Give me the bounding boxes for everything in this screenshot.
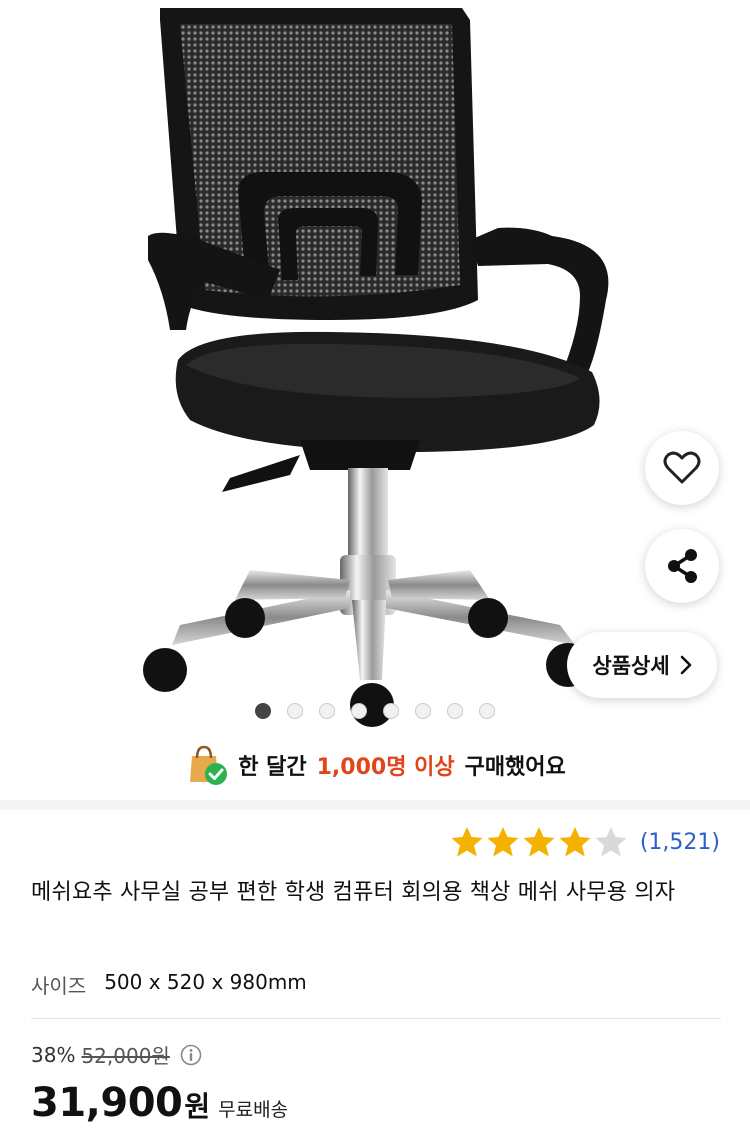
product-image	[143, 8, 609, 727]
purchase-prefix: 한 달간	[238, 755, 307, 780]
product-spec: 사이즈 500 x 520 x 980mm	[31, 970, 307, 999]
product-image-gallery[interactable]: 상품상세	[0, 0, 750, 730]
product-detail-label: 상품상세	[592, 654, 670, 678]
star-icon	[487, 827, 519, 857]
price-unit: 원	[184, 1090, 211, 1123]
price-row: 31,900 원 무료배송	[31, 1080, 288, 1126]
divider	[31, 1018, 721, 1019]
carousel-indicator	[0, 703, 750, 719]
product-title: 메쉬요추 사무실 공부 편한 학생 컴퓨터 회의용 책상 메쉬 사무용 의자	[31, 880, 676, 905]
shipping-info: 무료배송	[218, 1099, 289, 1121]
spec-label: 사이즈	[31, 974, 87, 998]
wishlist-button[interactable]	[645, 431, 719, 505]
heart-icon	[663, 451, 701, 484]
carousel-dot[interactable]	[447, 703, 463, 719]
spec-value: 500 x 520 x 980mm	[104, 970, 307, 994]
carousel-dot[interactable]	[479, 703, 495, 719]
original-price: 52,000원	[81, 1044, 170, 1068]
sale-price: 31,900	[31, 1080, 183, 1126]
star-icon	[523, 827, 555, 857]
purchase-count-banner: 한 달간 1,000명 이상 구매했어요	[0, 740, 750, 790]
purchase-highlight: 1,000명 이상	[316, 755, 455, 780]
carousel-dot[interactable]	[351, 703, 367, 719]
share-button[interactable]	[645, 529, 719, 603]
carousel-dot[interactable]	[287, 703, 303, 719]
discount-row: 38% 52,000원	[31, 1040, 202, 1069]
carousel-dot[interactable]	[415, 703, 431, 719]
star-icon	[595, 827, 627, 857]
shopping-bag-check-icon	[190, 745, 228, 785]
review-count[interactable]: (1,521)	[640, 830, 720, 855]
product-detail-button[interactable]: 상품상세	[567, 632, 717, 698]
star-rating	[450, 826, 628, 858]
section-divider	[0, 800, 750, 810]
carousel-dot[interactable]	[319, 703, 335, 719]
discount-rate: 38%	[31, 1042, 76, 1067]
info-icon[interactable]	[180, 1044, 202, 1066]
chevron-right-icon	[680, 655, 691, 675]
rating-summary[interactable]: (1,521)	[450, 826, 720, 858]
carousel-dot[interactable]	[255, 703, 271, 719]
carousel-dot[interactable]	[383, 703, 399, 719]
share-icon	[668, 549, 697, 583]
star-icon	[451, 827, 483, 857]
star-icon	[559, 827, 591, 857]
purchase-suffix: 구매했어요	[464, 755, 566, 780]
